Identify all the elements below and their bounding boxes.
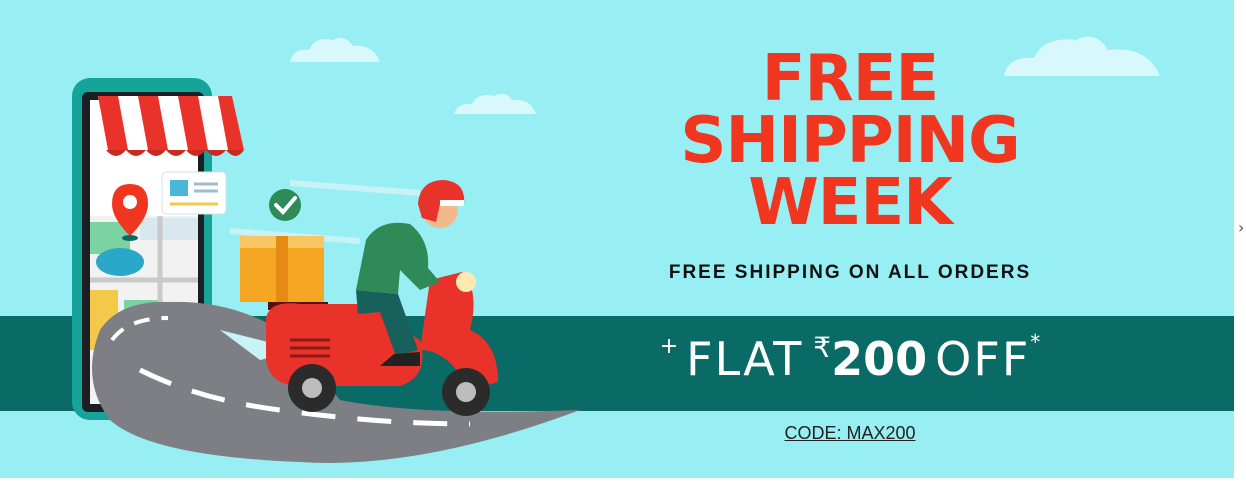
offer-asterisk: * — [1030, 330, 1041, 354]
headline-line-free: FREE — [761, 42, 939, 116]
offer-plus: + — [659, 334, 679, 359]
delivery-illustration — [72, 78, 580, 463]
shop-awning-icon — [98, 96, 244, 156]
subline: FREE SHIPPING ON ALL ORDERS — [668, 262, 1032, 283]
checkmark-icon — [269, 189, 301, 221]
headline-line-week: WEEK — [748, 166, 953, 240]
offer-currency: ₹ — [813, 331, 832, 364]
promo-banner[interactable]: FREE SHIPPING WEEK FREE SHIPPING ON ALL … — [0, 0, 1234, 478]
chevron-right-icon[interactable]: › — [1238, 216, 1246, 240]
offer-text: + FLAT ₹200 OFF* — [610, 330, 1090, 396]
coupon-code-link[interactable]: CODE: MAX200 — [700, 423, 1000, 444]
offer-off: OFF — [935, 332, 1031, 386]
offer-amount: 200 — [831, 332, 928, 386]
offer-flat: FLAT — [686, 332, 804, 386]
headline-line-shipping: SHIPPING — [680, 104, 1020, 178]
headline: FREE SHIPPING WEEK — [640, 42, 1060, 240]
